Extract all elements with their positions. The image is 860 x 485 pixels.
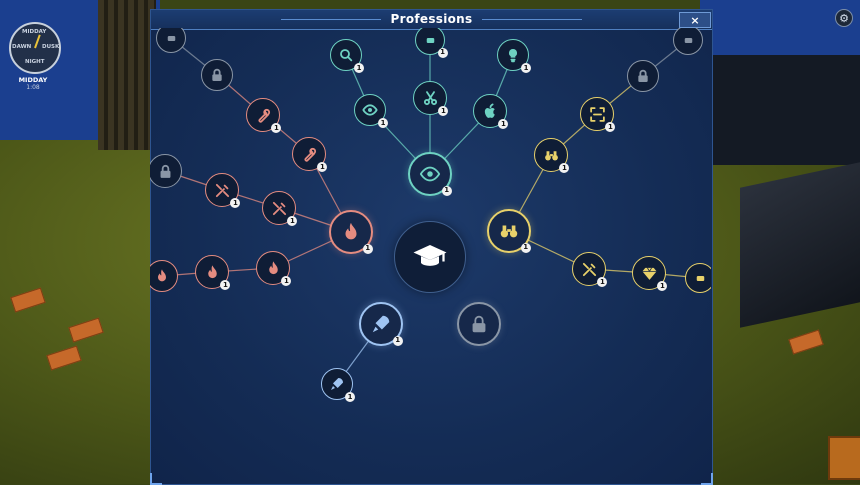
lock-icon	[157, 163, 174, 180]
level-badge: 1	[378, 118, 389, 129]
level-badge: 1	[441, 185, 452, 196]
profession-node-fire-main[interactable]: 1	[329, 210, 373, 254]
profession-node-right-cut[interactable]	[685, 263, 711, 293]
fire-icon	[265, 260, 282, 277]
profession-node-center[interactable]	[394, 221, 466, 293]
gem-icon	[641, 265, 658, 282]
rocket-icon	[329, 376, 345, 392]
time-value: 1:08	[26, 84, 40, 91]
clock-right-label: DUSK	[42, 44, 60, 50]
profession-node-binoculars-small[interactable]: 1	[534, 138, 570, 174]
profession-node-tools-a[interactable]: 1	[205, 173, 241, 209]
clock-bottom-label: NIGHT	[25, 59, 45, 65]
profession-node-scan[interactable]: 1	[580, 97, 616, 133]
level-badge: 1	[345, 392, 356, 403]
rocket-icon	[370, 313, 392, 335]
close-icon: ×	[690, 13, 700, 27]
profession-node-fire-b[interactable]: 1	[256, 251, 292, 287]
profession-node-lock-b[interactable]	[627, 60, 659, 92]
eye-icon	[362, 102, 378, 118]
loot-crate	[828, 436, 860, 480]
graduation-cap-icon	[412, 239, 448, 275]
profession-node-scissors[interactable]: 1	[413, 81, 449, 117]
tower-structure	[98, 0, 156, 150]
profession-node-rocket-small[interactable]: 1	[321, 368, 356, 403]
metal-platform	[740, 162, 860, 328]
profession-node-binoculars-main[interactable]: 1	[487, 209, 531, 253]
profession-node-apple[interactable]: 1	[473, 94, 509, 130]
unknown-icon	[693, 271, 708, 286]
binoculars-icon	[498, 220, 520, 242]
level-badge: 1	[437, 47, 448, 58]
unknown-icon	[681, 33, 696, 48]
profession-tree: 111111111111111111111	[150, 28, 711, 484]
profession-node-eye-main[interactable]: 1	[408, 152, 452, 196]
eye-icon	[419, 163, 441, 185]
fire-icon	[154, 268, 170, 284]
profession-node-rocket-main[interactable]: 1	[359, 302, 403, 346]
unknown-icon	[423, 33, 438, 48]
profession-node-bulb[interactable]: 1	[497, 39, 532, 74]
panel-header: Professions ×	[151, 10, 712, 30]
level-badge: 1	[520, 242, 531, 253]
apple-icon	[482, 103, 499, 120]
wrench-icon	[255, 107, 272, 124]
scissors-icon	[422, 90, 439, 107]
profession-node-fire-a[interactable]: 1	[195, 255, 231, 291]
profession-node-tools-yellow[interactable]: 1	[572, 252, 608, 288]
level-badge: 1	[392, 335, 403, 346]
clock-needle	[34, 34, 41, 49]
panel-title: Professions	[390, 12, 473, 26]
profession-node-top-mid-cut[interactable]: 1	[415, 28, 448, 58]
lightbulb-icon	[505, 47, 521, 63]
profession-node-wrench-a[interactable]: 1	[246, 98, 282, 134]
close-button[interactable]: ×	[679, 12, 711, 28]
lock-icon	[209, 67, 225, 83]
building-wall	[712, 55, 860, 165]
profession-node-search[interactable]: 1	[330, 39, 365, 74]
settings-button[interactable]: ⚙	[835, 9, 853, 27]
profession-node-gem[interactable]: 1	[632, 256, 668, 292]
fire-icon	[340, 221, 362, 243]
fire-icon	[204, 264, 221, 281]
profession-node-wrench-b[interactable]: 1	[292, 137, 328, 173]
unknown-icon	[164, 31, 179, 46]
scan-icon	[589, 106, 606, 123]
level-badge: 1	[362, 243, 373, 254]
lock-icon	[468, 313, 490, 335]
screwdriver-wrench-icon	[581, 261, 598, 278]
clock-left-label: DAWN	[12, 44, 32, 50]
screwdriver-wrench-icon	[214, 182, 231, 199]
binoculars-icon	[543, 147, 560, 164]
level-badge: 1	[521, 63, 532, 74]
time-of-day-label: MIDDAY	[18, 76, 48, 84]
profession-node-tools-b[interactable]: 1	[262, 191, 298, 227]
gear-icon: ⚙	[839, 11, 849, 25]
profession-node-eye-small[interactable]: 1	[354, 94, 389, 129]
profession-node-lock-a[interactable]	[201, 59, 233, 91]
level-badge: 1	[354, 63, 365, 74]
screwdriver-wrench-icon	[271, 200, 288, 217]
clock-top-label: MIDDAY	[22, 29, 47, 35]
lock-icon	[635, 68, 651, 84]
magnifier-icon	[338, 47, 354, 63]
wrench-icon	[301, 146, 318, 163]
day-clock: MIDDAY DAWN DUSK NIGHT	[9, 22, 61, 74]
profession-node-lock-center[interactable]	[457, 302, 501, 346]
